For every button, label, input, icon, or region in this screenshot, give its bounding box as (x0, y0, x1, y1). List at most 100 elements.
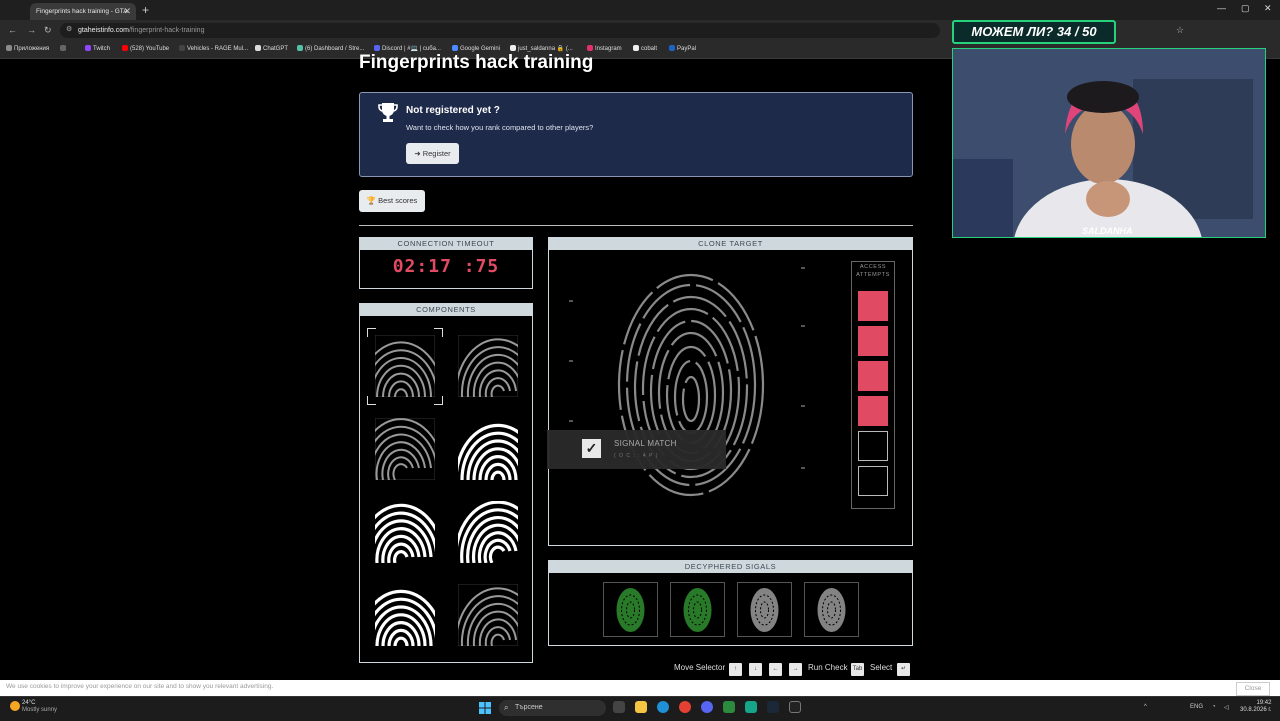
component-tile[interactable] (358, 334, 444, 398)
tray-chevron-icon[interactable]: ^ (1144, 704, 1147, 710)
page-title: Fingerprints hack training (359, 52, 594, 73)
component-tile[interactable] (454, 583, 541, 647)
tiktok-icon (510, 45, 516, 51)
weather-widget[interactable]: 24°C Mostly sunny (22, 700, 57, 714)
chatgpt-icon (255, 45, 261, 51)
address-input[interactable]: gtaheistinfo.com/fingerprint-hack-traini… (60, 23, 940, 38)
grid-icon (60, 45, 66, 51)
signal-match-label: SIGNAL MATCH (614, 439, 677, 448)
webcam-image (953, 49, 1265, 237)
bookmark-item[interactable]: Discord | #💻 | сuба... (374, 45, 441, 52)
cookie-close-button[interactable]: Close (1236, 682, 1270, 696)
component-tile[interactable] (454, 418, 542, 481)
steam-icon[interactable] (767, 701, 779, 713)
select-label: Select (870, 663, 893, 672)
back-icon[interactable]: ← (8, 25, 17, 35)
selector-corner (367, 396, 376, 405)
bookmark-item[interactable]: Приложения (6, 45, 49, 52)
bookmark-item[interactable]: (528) YouTube (122, 45, 169, 52)
signal-fingerprint (817, 588, 846, 632)
rage-icon (179, 45, 185, 51)
volume-icon[interactable]: ◁ (1224, 704, 1229, 711)
banner-text: Want to check how you rank compared to o… (406, 123, 594, 132)
fingerprint-fragment (454, 500, 542, 564)
bookmark-item[interactable]: just_saldanna 🔒 (... (510, 45, 573, 52)
selector-corner (434, 396, 443, 405)
discord-taskbar-icon[interactable] (701, 701, 713, 713)
bookmark-item[interactable]: cobalt (633, 45, 657, 52)
key-up: ↑ (729, 663, 742, 676)
instagram-icon (587, 45, 593, 51)
youtube-icon (122, 45, 128, 51)
task-view-icon[interactable] (613, 701, 625, 713)
component-tile[interactable] (357, 501, 445, 564)
site-info-icon[interactable]: ⚙ (66, 25, 72, 33)
stream-title: МОЖЕМ ЛИ? 34 / 50 (952, 20, 1116, 44)
key-right: → (789, 663, 802, 676)
clock[interactable]: 19:42 30.8.2026 г. (1240, 700, 1271, 714)
browser-tab[interactable]: Fingerprints hack training - GTA ✕ (30, 3, 136, 20)
banner-heading: Not registered yet ? (406, 105, 500, 116)
streamer-name: SALDANHA (1082, 226, 1133, 236)
bookmark-item[interactable]: ChatGPT (255, 45, 288, 52)
register-button[interactable]: ➜ Register (406, 143, 459, 164)
bookmark-star-icon[interactable]: ☆ (1176, 25, 1184, 36)
wifi-icon[interactable]: ◔ (1212, 704, 1216, 710)
attempt-remaining (858, 466, 888, 496)
fingerprint-fragment (357, 589, 445, 647)
edge-icon[interactable] (657, 701, 669, 713)
bookmark-item[interactable]: Google Gemini (452, 45, 500, 52)
signal-fingerprint (616, 588, 645, 632)
tab-title: Fingerprints hack training - GTA (36, 8, 128, 15)
fingerprint-fragment (357, 503, 445, 564)
file-explorer-icon[interactable] (635, 701, 647, 713)
key-left: ← (769, 663, 782, 676)
signal-match-code: ( O C : : 4 P ) (614, 453, 659, 459)
selector-corner (434, 328, 443, 337)
bookmark-item[interactable]: Vehicles - RAGE Mul... (179, 45, 248, 52)
new-tab-button[interactable]: + (142, 3, 149, 17)
cookie-text: We use cookies to improve your experienc… (6, 683, 274, 690)
windows-start-icon[interactable] (479, 702, 491, 714)
divider (359, 225, 913, 226)
component-tile[interactable] (454, 500, 542, 564)
signal-fingerprint (750, 588, 779, 632)
component-tile[interactable] (357, 584, 445, 647)
bookmark-item[interactable] (60, 45, 68, 52)
fingerprint-fragment (357, 417, 444, 481)
move-selector-label: Move Selector (674, 663, 726, 672)
app-icon[interactable] (789, 701, 801, 713)
taskbar-search[interactable]: Търсене (499, 700, 606, 716)
attempt-used (858, 396, 888, 426)
key-down: ↓ (749, 663, 762, 676)
close-window-icon[interactable]: ✕ (1264, 3, 1272, 14)
reload-icon[interactable]: ↻ (44, 25, 52, 36)
deciphered-signal (670, 582, 725, 637)
signal-match-popup (547, 430, 726, 469)
app-icon[interactable] (745, 701, 757, 713)
component-tile[interactable] (357, 417, 444, 481)
component-tile[interactable] (454, 334, 541, 398)
close-tab-icon[interactable]: ✕ (123, 3, 131, 20)
app-icon[interactable] (723, 701, 735, 713)
bookmark-item[interactable]: PayPal (669, 45, 696, 52)
trophy-icon (378, 103, 398, 122)
deciphered-heading: DECYPHERED SIGALS (549, 561, 912, 573)
maximize-icon[interactable]: ▢ (1241, 3, 1250, 14)
best-scores-button[interactable]: 🏆 Best scores (359, 190, 425, 212)
bookmark-item[interactable]: Instagram (587, 45, 622, 52)
attempt-used (858, 291, 888, 321)
forward-icon[interactable]: → (27, 25, 36, 35)
fingerprint-fragment (454, 334, 541, 398)
deciphered-signal (804, 582, 859, 637)
chrome-icon[interactable] (679, 701, 691, 713)
check-icon: ✓ (582, 439, 601, 458)
language-indicator[interactable]: ENG (1190, 704, 1203, 710)
bookmark-item[interactable]: (6) Dashboard / Stre... (297, 45, 364, 52)
key-enter: ↵ (897, 663, 910, 676)
minimize-icon[interactable]: — (1217, 3, 1226, 13)
bookmark-item[interactable]: Twitch (85, 45, 110, 52)
attempt-remaining (858, 431, 888, 461)
target-fingerprint (569, 267, 805, 497)
fingerprint-fragment (358, 334, 444, 398)
